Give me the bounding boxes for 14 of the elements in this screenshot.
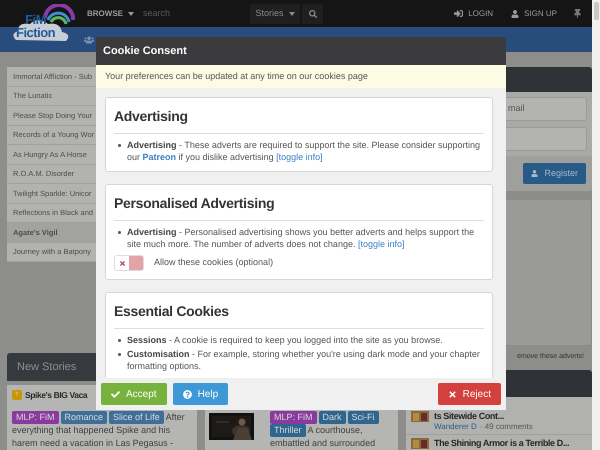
story-description: MLP: FiM Romance Slice of Life After everything that happened Spike and his harem need a vacation in Las Pegasus - [12,411,186,450]
section-heading: Essential Cookies [114,301,484,329]
cookie-description: Customisation - For example, storing whether you're using dark mode and your chapter formatting options. [127,348,481,372]
section-heading: Advertising [114,106,484,134]
toggle-label: Allow these cookies (optional) [154,256,274,270]
comment-count: · 49 comments [480,422,533,432]
info-notice: Your preferences can be updated at any time on our cookies page [96,65,506,88]
cookie-description: Sessions - A cookie is required to keep you logged into the site as you browse. [127,334,443,346]
dialog-title: Cookie Consent [103,44,187,59]
cookie-description: Advertising - These adverts are required to support the site. Please consider supporting our Patreon if you dislike advertising [toggle info] [127,139,482,163]
section-title: New Stories [17,360,76,375]
story-description: MLP: FiM Dark Sci-Fi Thriller A courthouse, embattled and surrounded [270,411,394,450]
section-heading: Personalised Advertising [114,193,484,221]
cookie-description: Advertising - Personalised advertising shows you better adverts and helps support the site much more. The number of adverts does not change. [toggle info] [127,226,476,250]
